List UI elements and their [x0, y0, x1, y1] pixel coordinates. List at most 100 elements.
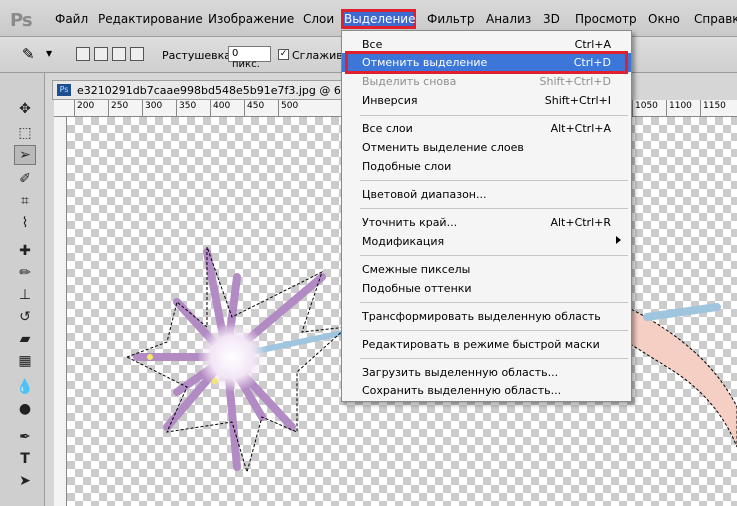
menu-item-label: Сохранить выделенную область...: [362, 384, 562, 397]
ruler-tick-label: 1100: [669, 101, 692, 111]
menu-separator: [360, 255, 628, 256]
menu-layers[interactable]: Слои: [303, 12, 334, 26]
ruler-tick-label: 1050: [635, 101, 658, 111]
dodge-tool-icon[interactable]: ●: [14, 399, 36, 419]
ruler-tick-label: 200: [77, 101, 95, 111]
add-to-selection-icon[interactable]: [94, 47, 108, 61]
subtract-from-selection-icon[interactable]: [112, 47, 126, 61]
ruler-tick: [74, 100, 75, 116]
tool-preset-chevron-icon[interactable]: ▼: [46, 49, 52, 58]
menu-item-shortcut: Shift+Ctrl+D: [539, 75, 611, 88]
ruler-tick: [700, 100, 701, 116]
menu-item-shortcut: Shift+Ctrl+I: [544, 94, 611, 107]
menu-edit[interactable]: Редактирование: [98, 12, 203, 26]
menu-analysis[interactable]: Анализ: [486, 12, 531, 26]
lasso-tool-icon[interactable]: ➢: [14, 145, 36, 165]
feather-label: Растушевка:: [162, 49, 235, 62]
menu-item-deselect-layers[interactable]: Отменить выделение слоев: [342, 138, 631, 157]
vertical-ruler: [54, 117, 67, 506]
feather-input[interactable]: 0 пикс.: [228, 46, 271, 70]
menu-item-save-selection[interactable]: Сохранить выделенную область...: [342, 381, 631, 400]
ruler-tick: [632, 100, 633, 116]
antialias-checkbox[interactable]: ✓: [278, 49, 289, 60]
crop-tool-icon[interactable]: ⌗: [14, 191, 36, 211]
ruler-tick-label: 250: [111, 101, 129, 111]
eyedropper-tool-icon[interactable]: ⌇: [14, 213, 36, 233]
ruler-tick: [244, 100, 245, 116]
submenu-arrow-icon: [616, 236, 621, 244]
ruler-tick: [142, 100, 143, 116]
menu-item-label: Подобные оттенки: [362, 282, 472, 295]
ruler-tick: [210, 100, 211, 116]
path-selection-tool-icon[interactable]: ➤: [14, 471, 36, 491]
psd-file-icon: Ps: [57, 84, 71, 96]
ruler-tick-label: 350: [179, 101, 197, 111]
menu-item-similar[interactable]: Подобные оттенки: [342, 279, 631, 298]
menu-image[interactable]: Изображение: [208, 12, 294, 26]
ruler-tick-label: 300: [145, 101, 163, 111]
highlight-annotation: [345, 51, 628, 74]
menu-separator: [360, 302, 628, 303]
menu-filter[interactable]: Фильтр: [427, 12, 474, 26]
menu-separator: [360, 358, 628, 359]
menu-item-refine-edge[interactable]: Уточнить край... Alt+Ctrl+R: [342, 213, 631, 232]
menu-item-label: Выделить снова: [362, 75, 457, 88]
menu-3d[interactable]: 3D: [543, 12, 560, 26]
healing-brush-tool-icon[interactable]: ✚: [14, 241, 36, 261]
menu-item-label: Модификация: [362, 235, 445, 248]
eraser-tool-icon[interactable]: ▰: [14, 329, 36, 349]
polygonal-lasso-icon[interactable]: ✎: [22, 45, 35, 63]
arm-illustration: [626, 303, 737, 448]
document-title: e3210291db7caae998bd548e5b91e7f3.jpg @ 6…: [77, 84, 369, 97]
menu-item-label: Отменить выделение слоев: [362, 141, 524, 154]
menu-item-shortcut: Alt+Ctrl+A: [550, 122, 611, 135]
menu-item-inverse[interactable]: Инверсия Shift+Ctrl+I: [342, 91, 631, 110]
history-brush-tool-icon[interactable]: ↺: [14, 307, 36, 327]
menu-separator: [360, 115, 628, 116]
menu-file[interactable]: Файл: [55, 12, 88, 26]
menu-item-label: Все слои: [362, 122, 413, 135]
menu-item-transform-selection[interactable]: Трансформировать выделенную область: [342, 307, 631, 326]
menu-item-label: Загрузить выделенную область...: [362, 366, 559, 379]
new-selection-icon[interactable]: [76, 47, 90, 61]
ruler-tick: [278, 100, 279, 116]
menu-item-modify[interactable]: Модификация: [342, 232, 631, 251]
menu-item-label: Трансформировать выделенную область: [362, 310, 601, 323]
quick-selection-tool-icon[interactable]: ✐: [14, 169, 36, 189]
document-tab[interactable]: Ps e3210291db7caae998bd548e5b91e7f3.jpg …: [52, 80, 369, 100]
menu-item-shortcut: Ctrl+A: [574, 38, 611, 51]
clone-stamp-tool-icon[interactable]: ⊥: [14, 285, 36, 305]
menu-view[interactable]: Просмотр: [575, 12, 637, 26]
menu-item-grow[interactable]: Смежные пикселы: [342, 260, 631, 279]
ruler-tick-label: 450: [247, 101, 265, 111]
menu-separator: [360, 330, 628, 331]
menu-separator: [360, 208, 628, 209]
menu-item-label: Подобные слои: [362, 160, 452, 173]
menu-window[interactable]: Окно: [648, 12, 680, 26]
menu-help[interactable]: Справка: [694, 12, 737, 26]
ruler-tick: [176, 100, 177, 116]
toolbox: ✥ ⬚ ➢ ✐ ⌗ ⌇ ✚ ✏ ⊥ ↺ ▰ ▦ 💧 ● ✒ T ➤: [0, 73, 45, 506]
brush-tool-icon[interactable]: ✏: [14, 263, 36, 283]
menu-item-color-range[interactable]: Цветовой диапазон...: [342, 185, 631, 204]
menu-item-label: Инверсия: [362, 94, 418, 107]
blur-tool-icon[interactable]: 💧: [14, 377, 36, 397]
ruler-tick-label: 400: [213, 101, 231, 111]
marquee-tool-icon[interactable]: ⬚: [14, 123, 36, 143]
menu-select[interactable]: Выделение: [341, 9, 416, 29]
menu-item-reselect: Выделить снова Shift+Ctrl+D: [342, 72, 631, 91]
ruler-tick-label: 1150: [703, 101, 726, 111]
menu-item-similar-layers[interactable]: Подобные слои: [342, 157, 631, 176]
menu-item-label: Смежные пикселы: [362, 263, 471, 276]
menu-item-quick-mask[interactable]: Редактировать в режиме быстрой маски: [342, 335, 631, 354]
pen-tool-icon[interactable]: ✒: [14, 427, 36, 447]
menu-item-all-layers[interactable]: Все слои Alt+Ctrl+A: [342, 119, 631, 138]
gradient-tool-icon[interactable]: ▦: [14, 351, 36, 371]
ruler-tick-label: 500: [281, 101, 299, 111]
menu-separator: [360, 180, 628, 181]
intersect-selection-icon[interactable]: [130, 47, 144, 61]
move-tool-icon[interactable]: ✥: [14, 99, 36, 119]
type-tool-icon[interactable]: T: [14, 449, 36, 469]
menu-item-load-selection[interactable]: Загрузить выделенную область...: [342, 363, 631, 382]
menu-item-label: Редактировать в режиме быстрой маски: [362, 338, 600, 351]
